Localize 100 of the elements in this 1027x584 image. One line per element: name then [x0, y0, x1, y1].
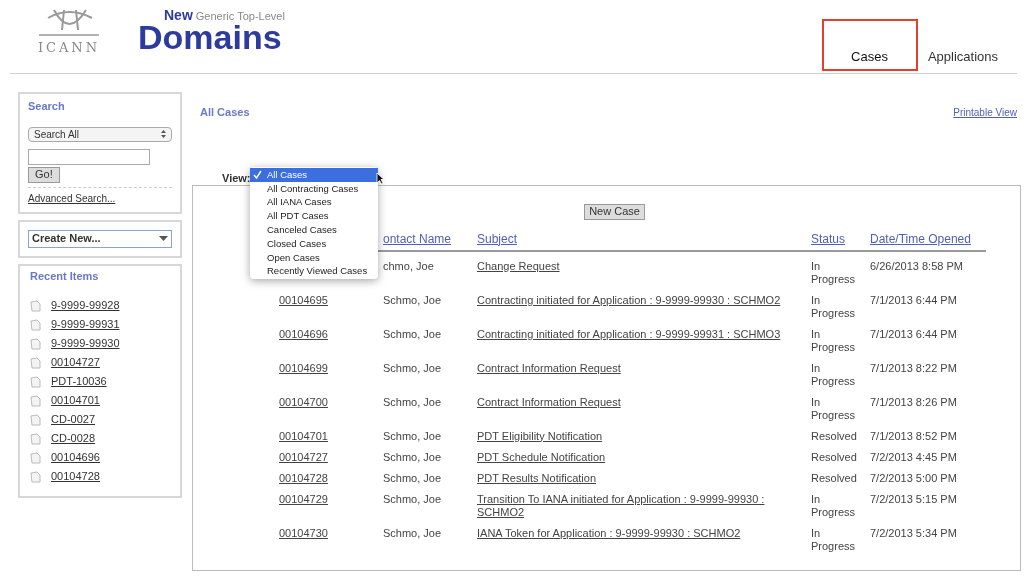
case-number-link[interactable]: 00104700: [279, 395, 328, 408]
subject-link[interactable]: Transition To IANA initiated for Application : 9-9999-99930 : SCHMO2: [477, 492, 809, 519]
subject-link[interactable]: Contract Information Request: [477, 361, 809, 375]
document-icon: [30, 318, 41, 331]
status-text: In Progress: [811, 327, 857, 354]
case-number-link[interactable]: 00104728: [279, 471, 328, 484]
recent-item-link[interactable]: 00104696: [51, 449, 100, 466]
view-option[interactable]: All IANA Cases: [250, 195, 378, 210]
status-text: Resolved: [811, 429, 857, 443]
case-number-link[interactable]: 00104729: [279, 492, 328, 505]
column-header[interactable]: Status: [811, 229, 870, 248]
document-icon: [30, 432, 41, 445]
date-opened: 6/26/2013 8:58 PM: [870, 259, 963, 272]
contact-name: Schmo, Joe: [383, 471, 442, 484]
date-opened: 7/2/2013 5:34 PM: [870, 526, 957, 539]
contact-name: Schmo, Joe: [383, 395, 442, 408]
panel-title: Search: [28, 99, 65, 114]
recent-item-link[interactable]: 9-9999-99928: [51, 297, 120, 314]
subject-link[interactable]: Change Request: [477, 259, 809, 273]
subject-link[interactable]: IANA Token for Application : 9-9999-99930 : SCHMO2: [477, 526, 809, 540]
contact-name: Schmo, Joe: [383, 429, 442, 442]
checkmark-icon: [253, 170, 262, 180]
status-text: Resolved: [811, 450, 857, 464]
status-text: In Progress: [811, 361, 857, 388]
recent-item-link[interactable]: CD-0027: [51, 411, 96, 428]
contact-name: Schmo, Joe: [383, 361, 442, 374]
date-opened: 7/1/2013 6:44 PM: [870, 293, 957, 306]
logo-new: New: [164, 8, 193, 22]
subject-link[interactable]: PDT Eligibility Notification: [477, 429, 809, 443]
status-text: In Progress: [811, 395, 857, 422]
date-opened: 7/1/2013 8:22 PM: [870, 361, 957, 374]
case-number-link[interactable]: 00104730: [279, 526, 328, 539]
subject-link[interactable]: Contract Information Request: [477, 395, 809, 409]
view-option[interactable]: Open Cases: [250, 250, 378, 265]
contact-name: Schmo, Joe: [383, 526, 442, 539]
nav-tab[interactable]: Cases: [836, 41, 903, 73]
subject-link[interactable]: Contracting initiated for Application : 9-9999-99931 : SCHMO3: [477, 327, 809, 341]
case-number-link[interactable]: 00104701: [279, 429, 328, 442]
subject-link[interactable]: PDT Schedule Notification: [477, 450, 809, 464]
status-text: Resolved: [811, 471, 857, 485]
recent-item-link[interactable]: PDT-10036: [51, 373, 107, 390]
view-option[interactable]: All Cases: [250, 168, 378, 182]
document-icon: [30, 451, 41, 464]
date-opened: 7/1/2013 8:26 PM: [870, 395, 957, 408]
scope-select[interactable]: Search All: [28, 126, 172, 142]
contact-name: Schmo, Joe: [383, 327, 442, 340]
status-text: In Progress: [811, 259, 857, 286]
recent-item-link[interactable]: 00104728: [51, 468, 100, 485]
case-number-link[interactable]: 00104695: [279, 293, 328, 306]
go-button[interactable]: Go!: [28, 166, 60, 183]
nav-tab[interactable]: Applications: [912, 41, 1013, 73]
case-number-link[interactable]: 00104696: [279, 327, 328, 340]
document-icon: [30, 394, 41, 407]
document-icon: [30, 299, 41, 312]
page-title: All Cases: [200, 105, 250, 120]
view-label: View:: [222, 171, 251, 184]
printable-view-link[interactable]: Printable View: [953, 104, 1017, 120]
date-opened: 7/1/2013 8:52 PM: [870, 429, 957, 442]
document-icon: [30, 356, 41, 369]
column-header[interactable]: ontact Name: [383, 229, 477, 248]
contact-name: Schmo, Joe: [383, 450, 442, 463]
subject-link[interactable]: PDT Results Notification: [477, 471, 809, 485]
date-opened: 7/1/2013 6:44 PM: [870, 327, 957, 340]
search-field[interactable]: [28, 148, 150, 165]
org-name: ICANN: [37, 39, 101, 57]
column-header[interactable]: Subject: [477, 229, 811, 248]
view-option[interactable]: Recently Viewed Cases: [250, 264, 378, 279]
document-icon: [30, 375, 41, 388]
status-text: In Progress: [811, 492, 857, 519]
column-header[interactable]: Date/Time Opened: [870, 229, 986, 248]
status-text: In Progress: [811, 293, 857, 320]
panel-title: Recent Items: [30, 268, 99, 284]
logo-tagline: Generic Top-Level: [195, 11, 285, 22]
contact-name: Schmo, Joe: [383, 492, 442, 505]
status-text: In Progress: [811, 526, 857, 553]
recent-item-link[interactable]: 00104701: [51, 392, 100, 409]
date-opened: 7/2/2013 5:15 PM: [870, 492, 957, 505]
recent-item-link[interactable]: CD-0028: [51, 430, 96, 447]
recent-item-link[interactable]: 00104727: [51, 354, 100, 371]
subject-link[interactable]: Contracting initiated for Application : 9-9999-99930 : SCHMO2: [477, 293, 809, 307]
document-icon: [30, 470, 41, 483]
view-option[interactable]: All Contracting Cases: [250, 181, 378, 196]
document-icon: [30, 413, 41, 426]
new-case-button[interactable]: New Case: [584, 203, 645, 220]
recent-item-link[interactable]: 9-9999-99931: [51, 316, 120, 333]
view-option[interactable]: All PDT Cases: [250, 209, 378, 224]
advanced-search-link[interactable]: Advanced Search...: [28, 190, 116, 206]
case-number-link[interactable]: 00104727: [279, 450, 328, 463]
caret-icon: [159, 236, 168, 241]
view-option[interactable]: Closed Cases: [250, 237, 378, 251]
view-option[interactable]: Canceled Cases: [250, 223, 378, 237]
create-new-select[interactable]: Create New...: [28, 229, 172, 248]
date-opened: 7/2/2013 5:00 PM: [870, 471, 957, 484]
contact-name: Schmo, Joe: [383, 293, 442, 306]
contact-name: chmo, Joe: [383, 259, 434, 272]
date-opened: 7/2/2013 4:45 PM: [870, 450, 957, 463]
case-number-link[interactable]: 00104699: [279, 361, 328, 374]
document-icon: [30, 337, 41, 350]
updown-icon: [161, 130, 166, 138]
recent-item-link[interactable]: 9-9999-99930: [51, 335, 120, 352]
